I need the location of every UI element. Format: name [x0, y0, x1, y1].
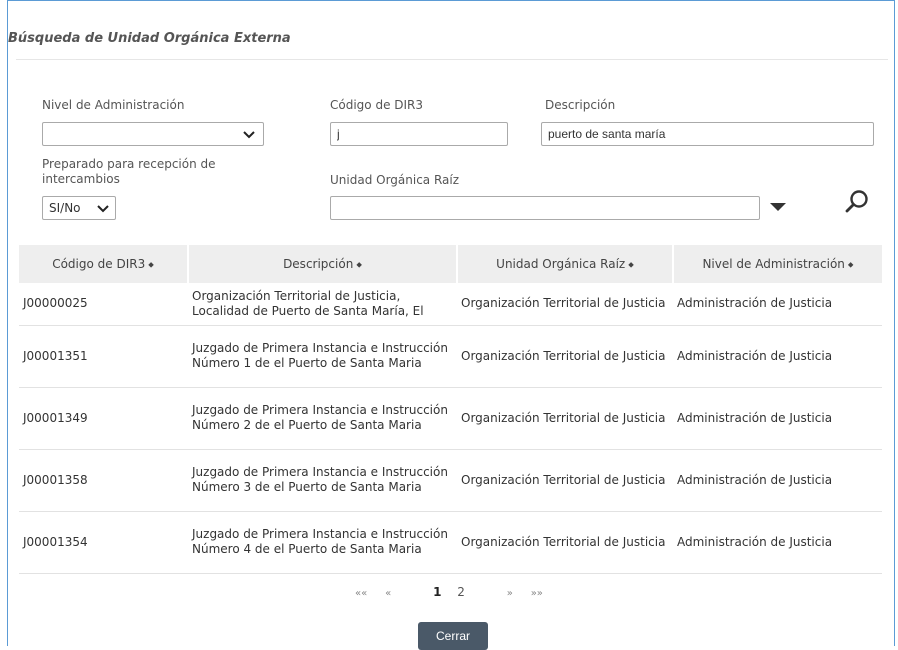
cell-nivel: Administración de Justicia — [673, 325, 882, 388]
sort-icon: ⬥ — [356, 260, 362, 269]
unidad-organica-raiz-input[interactable] — [330, 196, 760, 220]
cell-descripcion: Juzgado de Primera Instancia e Instrucci… — [188, 387, 457, 450]
cell-nivel: Administración de Justicia — [673, 283, 882, 326]
unidad-organica-raiz-label: Unidad Orgánica Raíz — [330, 173, 460, 187]
title-divider — [16, 59, 888, 60]
preparado-recepcion-value: SI/No — [49, 201, 81, 215]
dialog-title: Búsqueda de Unidad Orgánica Externa — [8, 31, 291, 46]
chevron-down-icon — [97, 205, 109, 213]
cell-descripcion: Juzgado de Primera Instancia e Instrucci… — [188, 449, 457, 512]
cell-nivel: Administración de Justicia — [673, 387, 882, 450]
preparado-recepcion-label: Preparado para recepción de intercambios — [42, 157, 216, 186]
pagination: «« « 1 2 » »» — [0, 585, 898, 599]
cell-unidad-raiz: Organización Territorial de Justicia — [457, 449, 673, 512]
sort-icon: ⬥ — [847, 260, 854, 269]
search-icon[interactable] — [843, 188, 871, 216]
cell-descripcion: Juzgado de Primera Instancia e Instrucci… — [188, 325, 457, 388]
results-table: Código de DIR3 ⬥ Descripción ⬥ Unidad Orgá… — [19, 245, 882, 574]
pagination-page-2[interactable]: 2 — [457, 585, 465, 599]
cell-codigo: J00001349 — [19, 387, 188, 450]
table-header-row: Código de DIR3 ⬥ Descripción ⬥ Unidad Orgá… — [19, 245, 882, 283]
nivel-administracion-select[interactable] — [42, 122, 264, 146]
column-header-descripcion[interactable]: Descripción ⬥ — [188, 245, 458, 283]
caret-down-icon[interactable] — [770, 203, 786, 211]
cell-unidad-raiz: Organización Territorial de Justicia — [457, 387, 673, 450]
descripcion-label: Descripción — [545, 98, 616, 112]
column-header-unidad-raiz[interactable]: Unidad Orgánica Raíz ⬥ — [457, 245, 674, 283]
chevron-down-icon — [243, 131, 255, 139]
descripcion-input[interactable] — [541, 122, 874, 146]
cell-unidad-raiz: Organización Territorial de Justicia — [457, 283, 673, 326]
cell-descripcion: Organización Territorial de Justicia, Lo… — [188, 283, 457, 326]
pagination-next[interactable]: » — [507, 588, 513, 599]
pagination-prev[interactable]: « — [385, 588, 391, 599]
sort-icon: ⬥ — [148, 260, 154, 269]
pagination-page-current[interactable]: 1 — [433, 585, 441, 599]
cell-nivel: Administración de Justicia — [673, 449, 882, 512]
nivel-administracion-label: Nivel de Administración — [42, 98, 185, 112]
cell-nivel: Administración de Justicia — [673, 511, 882, 574]
table-row[interactable]: J00001354 Juzgado de Primera Instancia e… — [19, 511, 882, 574]
cell-unidad-raiz: Organización Territorial de Justicia — [457, 325, 673, 388]
cell-descripcion: Juzgado de Primera Instancia e Instrucci… — [188, 511, 457, 574]
cell-codigo: J00001358 — [19, 449, 188, 512]
table-row[interactable]: J00001351 Juzgado de Primera Instancia e… — [19, 325, 882, 388]
table-row[interactable]: J00000025 Organización Territorial de Ju… — [19, 283, 882, 326]
sort-icon: ⬥ — [628, 260, 634, 269]
column-header-nivel[interactable]: Nivel de Administración ⬥ — [673, 245, 882, 283]
table-row[interactable]: J00001349 Juzgado de Primera Instancia e… — [19, 387, 882, 450]
cell-codigo: J00001351 — [19, 325, 188, 388]
cell-unidad-raiz: Organización Territorial de Justicia — [457, 511, 673, 574]
codigo-dir3-label: Código de DIR3 — [330, 98, 424, 112]
column-header-codigo[interactable]: Código de DIR3 ⬥ — [19, 245, 189, 283]
cell-codigo: J00000025 — [19, 283, 188, 326]
codigo-dir3-input[interactable] — [330, 122, 508, 146]
table-row[interactable]: J00001358 Juzgado de Primera Instancia e… — [19, 449, 882, 512]
cell-codigo: J00001354 — [19, 511, 188, 574]
pagination-first[interactable]: «« — [355, 588, 367, 599]
pagination-last[interactable]: »» — [531, 588, 543, 599]
preparado-recepcion-select[interactable]: SI/No — [42, 196, 116, 220]
